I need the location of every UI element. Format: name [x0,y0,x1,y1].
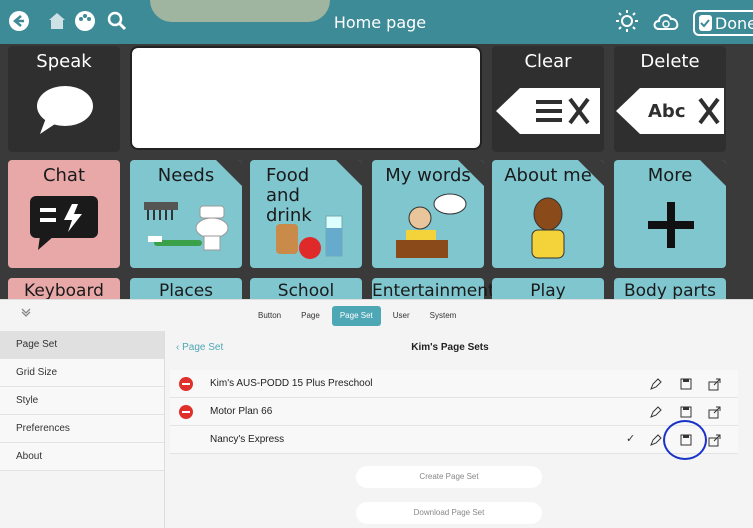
share-icon[interactable] [706,432,722,448]
page-title: Home page [333,13,427,32]
plus-icon [648,202,694,248]
list-item[interactable]: Motor Plan 66 [170,398,738,426]
cell-label: Entertainment [372,281,495,301]
about-me-icon [531,197,565,259]
clear-button[interactable]: Clear [492,46,604,152]
back-icon[interactable] [6,8,32,34]
done-button[interactable]: Done [693,10,753,36]
cell-label: School [277,281,335,301]
needs-icon [144,202,229,251]
cell-label: Body parts [623,281,717,301]
sidebar-item-preferences[interactable]: Preferences [0,415,164,443]
tab-system[interactable]: System [422,306,465,326]
tab-button[interactable]: Button [250,306,289,326]
sidebar-item-page-set[interactable]: Page Set [0,331,164,359]
edit-icon[interactable] [648,404,664,420]
clear-label: Clear [524,51,572,72]
page-set-name: Nancy's Express [210,434,285,445]
panel-title: Kim's Page Sets [411,342,489,353]
cloud-sync-icon[interactable] [650,8,684,34]
top-toolbar: Home page Done [0,0,753,44]
edit-icon[interactable] [648,376,664,392]
grid-cell-chat[interactable]: Chat [8,160,120,268]
cell-label: More [647,165,693,186]
tab-page-set[interactable]: Page Set [331,306,381,326]
page-set-list: Kim's AUS-PODD 15 Plus Preschool Motor P… [170,370,738,454]
done-label: Done [714,13,753,33]
cell-label: Needs [157,165,215,186]
cell-label: Keyboard [24,281,104,301]
delete-icon-text: Abc [648,101,686,122]
speak-label: Speak [36,51,92,72]
cell-label: Play [530,281,566,301]
page-set-name: Kim's AUS-PODD 15 Plus Preschool [210,378,373,389]
delete-icon[interactable] [179,405,193,419]
clear-icon [496,88,600,134]
chat-icon [30,196,98,250]
communication-grid: Speak Clear Delete Abc Chat Needs Food a… [0,44,753,304]
create-page-set-button[interactable]: Create Page Set [356,466,542,488]
callout-circle [663,420,707,460]
food-icon [276,215,343,259]
cell-label: About me [504,165,592,186]
editor-tabs: Button Page Page Set User System [250,306,464,326]
settings-sidebar: Page Set Grid Size Style Preferences Abo… [0,331,165,528]
grid-cell-food-and-drink[interactable]: Food and drink [250,160,362,268]
sidebar-item-about[interactable]: About [0,443,164,471]
search-icon[interactable] [104,8,130,34]
delete-label: Delete [640,51,700,72]
home-icon[interactable] [44,8,70,34]
cell-label: My words [385,165,471,186]
checkmark-icon [699,15,712,31]
grid-cell-more[interactable]: More [614,160,726,268]
list-item[interactable]: Kim's AUS-PODD 15 Plus Preschool [170,370,738,398]
edit-icon[interactable] [648,432,664,448]
sidebar-item-grid-size[interactable]: Grid Size [0,359,164,387]
tab-page[interactable]: Page [293,306,328,326]
grid-cell-needs[interactable]: Needs [130,160,242,268]
share-icon[interactable] [706,404,722,420]
cell-label: Places [158,281,214,301]
collapse-chevron-icon[interactable] [20,306,32,321]
cell-label: Chat [42,165,86,186]
page-set-name: Motor Plan 66 [210,406,273,417]
selected-checkmark-icon: ✓ [626,433,636,445]
message-window[interactable] [130,46,482,150]
back-label: Page Set [182,342,224,353]
save-icon[interactable] [678,376,694,392]
download-page-set-button[interactable]: Download Page Set [356,502,542,524]
brightness-icon[interactable] [614,8,640,34]
grid-cell-my-words[interactable]: My words [372,160,484,268]
tab-user[interactable]: User [385,306,418,326]
speak-button[interactable]: Speak [8,46,120,152]
list-item[interactable]: Nancy's Express ✓ [170,426,738,454]
sidebar-item-style[interactable]: Style [0,387,164,415]
delete-button[interactable]: Delete Abc [614,46,726,152]
delete-icon[interactable] [179,377,193,391]
speech-bubble-icon [37,86,93,134]
back-link[interactable]: ‹ Page Set [176,342,223,353]
grid-cell-about-me[interactable]: About me [492,160,604,268]
palette-icon[interactable] [72,8,98,34]
share-icon[interactable] [706,376,722,392]
my-words-icon [396,193,467,258]
save-icon[interactable] [678,404,694,420]
